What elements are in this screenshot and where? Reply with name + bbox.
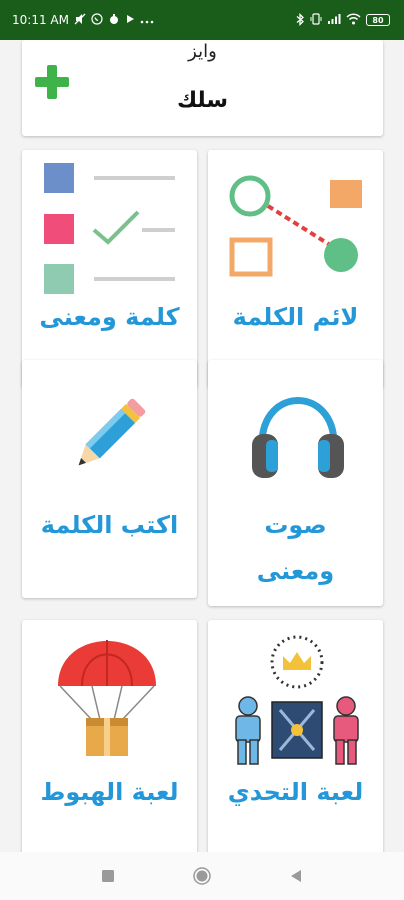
tile-challenge-game-label: لعبة التحدي <box>227 778 364 806</box>
tile-sound-meaning[interactable]: صوت ومعنى <box>208 360 383 606</box>
tile-sound-meaning-label-2: ومعنى <box>256 557 335 585</box>
home-icon[interactable] <box>190 864 214 888</box>
activity-grid: وايز سلك كلمة ومعنى لائم الكلمة اكتب الك… <box>0 40 404 852</box>
play-icon <box>125 14 135 26</box>
tile-landing-game-label: لعبة الهبوط <box>40 778 179 806</box>
match-shapes-icon <box>226 172 366 282</box>
tile-word-meaning-label: كلمة ومعنى <box>39 303 180 331</box>
navigation-bar <box>0 852 404 900</box>
parachute-icon <box>52 634 162 764</box>
tile-write-word[interactable]: اكتب الكلمة <box>22 360 197 598</box>
battery-icon: 80 <box>366 14 390 26</box>
vibrate-icon <box>310 13 322 27</box>
tile-write-word-label: اكتب الكلمة <box>40 511 179 539</box>
wordlist-header-card: وايز سلك <box>22 40 383 136</box>
challenge-icon <box>222 632 372 767</box>
back-icon[interactable] <box>284 864 308 888</box>
more-dots-icon <box>140 15 154 26</box>
wordlist-subtitle: وايز <box>188 41 217 62</box>
clock: 10:11 AM <box>12 13 69 27</box>
tile-word-meaning[interactable]: كلمة ومعنى <box>22 150 197 388</box>
wifi-icon <box>346 13 361 27</box>
signal-icon <box>327 13 341 27</box>
status-bar: 10:11 AM 80 <box>0 0 404 40</box>
bluetooth-icon <box>296 12 305 28</box>
tile-challenge-game[interactable]: لعبة التحدي <box>208 620 383 852</box>
wordlist-title: سلك <box>176 88 229 113</box>
whatsapp-icon <box>91 13 103 27</box>
tile-landing-game[interactable]: لعبة الهبوط <box>22 620 197 852</box>
plus-icon[interactable] <box>32 62 72 102</box>
checklist-icon <box>40 158 185 298</box>
tile-sound-meaning-label-1: صوت <box>264 511 327 539</box>
tile-match-word-label: لائم الكلمة <box>232 303 359 331</box>
app-icon <box>108 13 120 27</box>
mute-icon <box>74 13 86 27</box>
headphones-icon <box>248 382 348 492</box>
pencil-icon <box>64 390 154 480</box>
tile-match-word[interactable]: لائم الكلمة <box>208 150 383 388</box>
recent-apps-icon[interactable] <box>96 864 120 888</box>
